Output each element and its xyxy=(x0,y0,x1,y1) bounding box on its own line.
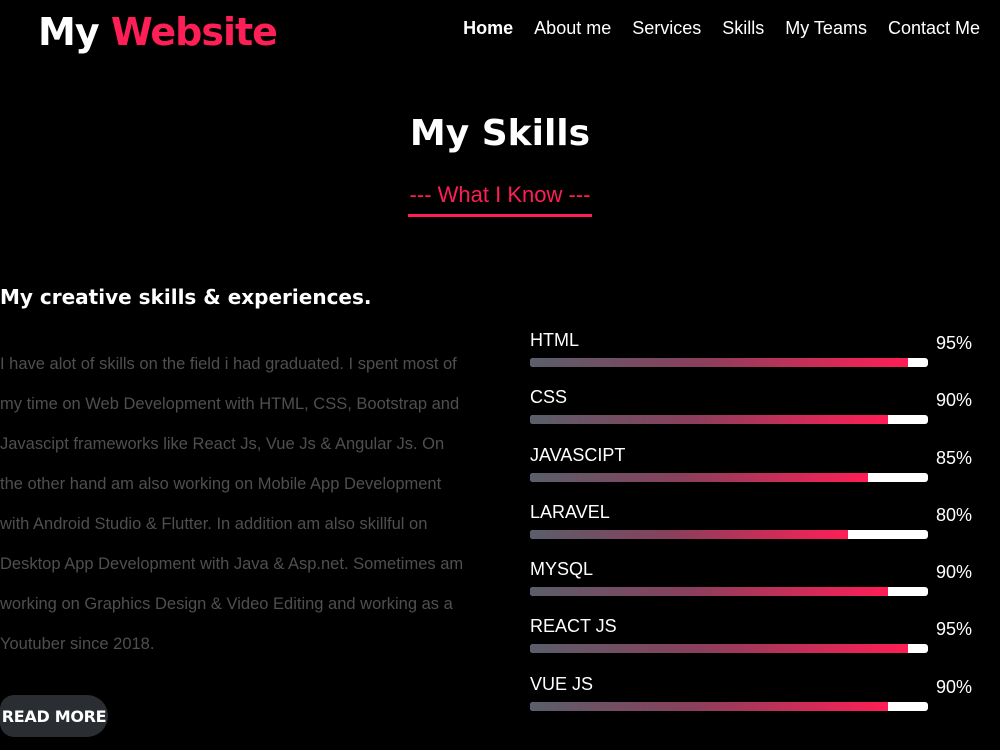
section-subtitle: --- What I Know --- xyxy=(407,180,593,217)
logo-word-website: Website xyxy=(110,10,278,54)
nav-contact-me[interactable]: Contact Me xyxy=(888,17,980,39)
skill-name: CSS xyxy=(530,387,568,408)
skill-percent: 95% xyxy=(935,619,972,640)
skill-percent: 90% xyxy=(935,390,972,411)
skill-name: MYSQL xyxy=(530,559,594,580)
skill-percent: 90% xyxy=(935,676,972,697)
skill-javascipt: JAVASCIPT 85% xyxy=(530,442,980,499)
skill-html: HTML 95% xyxy=(530,327,980,384)
progress-fill xyxy=(530,472,869,482)
logo-word-my: My xyxy=(38,10,100,54)
progress-fill xyxy=(530,358,909,367)
page: My Website Home About me Services Skills… xyxy=(0,0,1000,750)
read-more-button[interactable]: READ MORE xyxy=(0,695,108,737)
progress-track xyxy=(530,644,928,654)
progress-fill xyxy=(530,701,889,711)
skill-name: HTML xyxy=(530,330,579,350)
section-subtitle-wrap: --- What I Know --- xyxy=(0,180,1000,217)
nav-about-me[interactable]: About me xyxy=(534,17,611,39)
skill-react-js: REACT JS 95% xyxy=(530,613,980,670)
progress-track xyxy=(530,415,928,425)
progress-fill xyxy=(530,587,889,597)
skill-name: VUE JS xyxy=(530,673,594,694)
skill-percent: 95% xyxy=(935,333,972,353)
progress-track xyxy=(530,587,928,597)
progress-fill xyxy=(530,415,889,425)
skill-percent: 90% xyxy=(935,562,972,583)
section-title: My Skills xyxy=(409,113,591,154)
skills-description: I have alot of skills on the field i had… xyxy=(0,355,464,653)
progress-track xyxy=(530,701,928,711)
skill-laravel: LARAVEL 80% xyxy=(530,499,980,556)
skill-percent: 85% xyxy=(935,447,972,468)
skill-name: LARAVEL xyxy=(530,501,610,522)
main-nav: Home About me Services Skills My Teams C… xyxy=(463,17,980,39)
progress-track xyxy=(530,358,928,367)
skill-vue-js: VUE JS 90% xyxy=(530,671,980,728)
nav-my-teams[interactable]: My Teams xyxy=(785,17,867,39)
skills-heading: My creative skills & experiences. xyxy=(0,285,372,309)
skill-css: CSS 90% xyxy=(530,384,980,441)
skills-list: HTML 95% CSS 90% JAVASCIPT 85% LARAVEL 8… xyxy=(530,327,980,728)
site-logo[interactable]: My Website xyxy=(38,8,278,56)
progress-track xyxy=(530,472,928,482)
skill-percent: 80% xyxy=(935,504,972,525)
progress-fill xyxy=(530,529,849,539)
nav-skills[interactable]: Skills xyxy=(722,17,764,39)
nav-services[interactable]: Services xyxy=(632,17,701,39)
nav-home[interactable]: Home xyxy=(463,17,513,39)
skill-name: REACT JS xyxy=(530,616,617,637)
progress-fill xyxy=(530,644,909,654)
progress-track xyxy=(530,529,928,539)
skill-mysql: MYSQL 90% xyxy=(530,556,980,613)
skill-name: JAVASCIPT xyxy=(530,444,626,465)
